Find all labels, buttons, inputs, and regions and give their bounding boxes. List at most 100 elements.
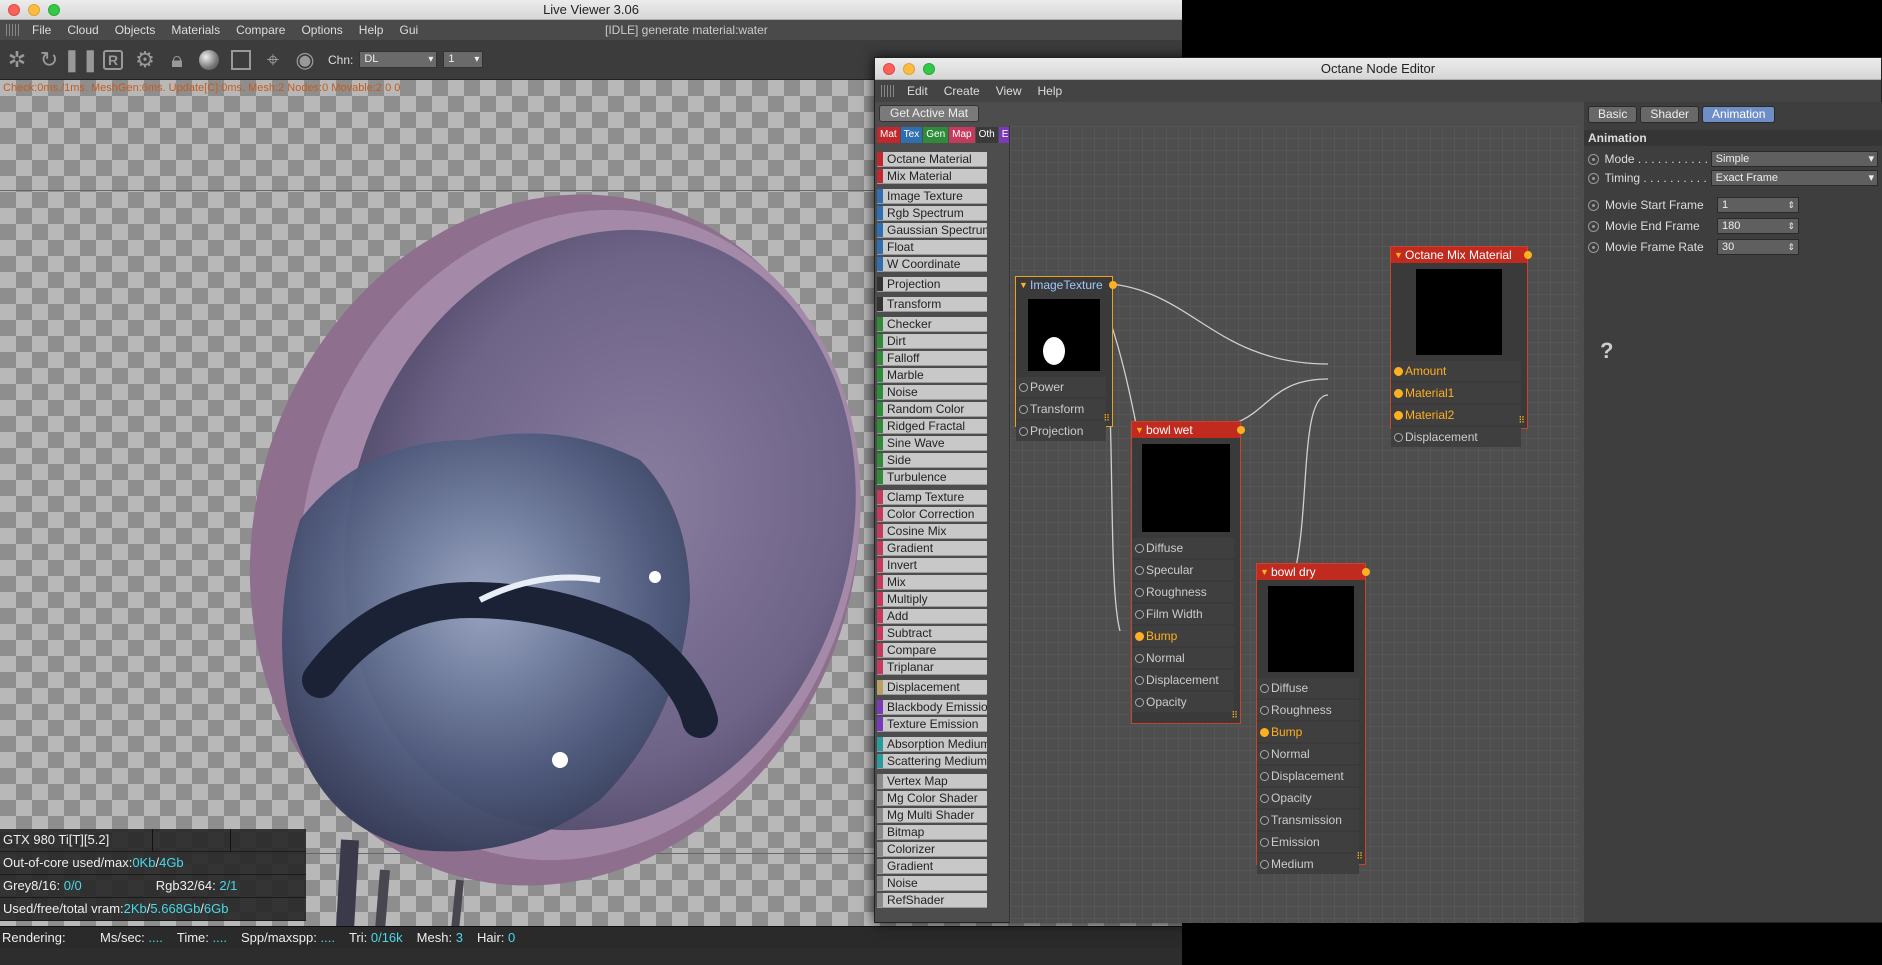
pin-displacement[interactable]: Displacement — [1132, 670, 1234, 690]
node-list-item[interactable]: Projection — [877, 277, 987, 292]
node-list-item[interactable]: Displacement — [877, 680, 987, 695]
focus-icon[interactable]: ⌖ — [260, 47, 286, 73]
timing-radio[interactable] — [1588, 172, 1599, 184]
pin-roughness[interactable]: Roughness — [1132, 582, 1234, 602]
node-list-item[interactable]: Image Texture — [877, 189, 987, 204]
pin-emission[interactable]: Emission — [1257, 832, 1359, 852]
close-window-button[interactable] — [883, 63, 895, 75]
start-frame-radio[interactable] — [1588, 199, 1599, 211]
output-pin[interactable] — [1362, 568, 1370, 576]
menu-help[interactable]: Help — [1030, 84, 1071, 98]
node-title[interactable]: bowl wet — [1132, 422, 1245, 438]
channel-select[interactable]: DL — [359, 51, 438, 68]
node-list-item[interactable]: Checker — [877, 317, 987, 332]
pin-bump[interactable]: Bump — [1257, 722, 1359, 742]
pin-opacity[interactable]: Opacity — [1257, 788, 1359, 808]
node-list-item[interactable]: Multiply — [877, 592, 987, 607]
node-list-item[interactable]: W Coordinate — [877, 257, 987, 272]
node-mix-material[interactable]: Octane Mix Material Amount Material1 Mat… — [1390, 246, 1532, 447]
node-list-item[interactable]: Marble — [877, 368, 987, 383]
node-list-item[interactable]: Sine Wave — [877, 436, 987, 451]
clay-icon[interactable] — [228, 47, 254, 73]
node-list-item[interactable]: Scattering Medium — [877, 754, 987, 769]
zoom-window-button[interactable] — [923, 63, 935, 75]
zoom-window-button[interactable] — [48, 4, 60, 16]
end-frame-radio[interactable] — [1588, 220, 1599, 232]
node-bowl-dry[interactable]: bowl dry Diffuse Roughness Bump Normal D… — [1256, 563, 1370, 874]
pin-material1[interactable]: Material1 — [1391, 383, 1521, 403]
node-list-item[interactable]: Noise — [877, 385, 987, 400]
minimize-window-button[interactable] — [903, 63, 915, 75]
node-list-item[interactable]: Gradient — [877, 859, 987, 874]
category-tab-map[interactable]: Map — [949, 127, 975, 143]
menu-view[interactable]: View — [988, 84, 1030, 98]
node-image-texture[interactable]: ImageTexture Power Transform Projection … — [1015, 276, 1117, 441]
node-list-item[interactable]: Texture Emission — [877, 717, 987, 732]
category-tab-oth[interactable]: Oth — [975, 127, 998, 143]
node-list-item[interactable]: Mg Color Shader — [877, 791, 987, 806]
channel-number[interactable]: 1 — [443, 51, 484, 68]
node-list-item[interactable]: Mix Material — [877, 169, 987, 184]
output-pin[interactable] — [1109, 281, 1117, 289]
node-list-item[interactable]: Octane Material — [877, 152, 987, 167]
frame-rate-radio[interactable] — [1588, 241, 1599, 253]
pin-power[interactable]: Power — [1016, 377, 1106, 397]
node-list-item[interactable]: Vertex Map — [877, 774, 987, 789]
tab-shader[interactable]: Shader — [1640, 106, 1700, 123]
menu-help[interactable]: Help — [351, 23, 392, 37]
resize-handle-icon[interactable]: ⠿ — [1103, 413, 1110, 424]
node-list-item[interactable]: Bitmap — [877, 825, 987, 840]
start-frame-input[interactable]: 1 — [1717, 197, 1799, 213]
node-list-item[interactable]: Compare — [877, 643, 987, 658]
pin-diffuse[interactable]: Diffuse — [1132, 538, 1234, 558]
pin-amount[interactable]: Amount — [1391, 361, 1521, 381]
menu-edit[interactable]: Edit — [899, 84, 936, 98]
pin-displacement[interactable]: Displacement — [1391, 427, 1521, 447]
node-list-item[interactable]: Mg Multi Shader — [877, 808, 987, 823]
pick-icon[interactable]: ◉ — [292, 47, 318, 73]
material-ball-icon[interactable] — [196, 47, 222, 73]
resize-handle-icon[interactable]: ⠿ — [1231, 710, 1238, 721]
menu-file[interactable]: File — [24, 23, 59, 37]
timing-select[interactable]: Exact Frame — [1710, 170, 1878, 186]
node-bowl-wet[interactable]: bowl wet Diffuse Specular Roughness Film… — [1131, 421, 1245, 724]
node-list-item[interactable]: Invert — [877, 558, 987, 573]
pin-displacement[interactable]: Displacement — [1257, 766, 1359, 786]
node-list-item[interactable]: Turbulence — [877, 470, 987, 485]
close-window-button[interactable] — [8, 4, 20, 16]
node-list-item[interactable]: Clamp Texture — [877, 490, 987, 505]
node-list-item[interactable]: Color Correction — [877, 507, 987, 522]
node-title[interactable]: ImageTexture — [1016, 277, 1117, 293]
mode-radio[interactable] — [1588, 153, 1599, 165]
end-frame-input[interactable]: 180 — [1717, 218, 1799, 234]
menu-objects[interactable]: Objects — [107, 23, 164, 37]
node-list-item[interactable]: Noise — [877, 876, 987, 891]
node-title[interactable]: bowl dry — [1257, 564, 1370, 580]
node-list-item[interactable]: Subtract — [877, 626, 987, 641]
menu-materials[interactable]: Materials — [163, 23, 228, 37]
render-settings-icon[interactable]: ✲ — [4, 47, 30, 73]
pin-projection[interactable]: Projection — [1016, 421, 1106, 441]
pin-opacity[interactable]: Opacity — [1132, 692, 1234, 712]
pin-bump[interactable]: Bump — [1132, 626, 1234, 646]
resize-handle-icon[interactable]: ⠿ — [1356, 851, 1363, 862]
category-tab-mat[interactable]: Mat — [877, 127, 900, 143]
node-list-item[interactable]: Transform — [877, 297, 987, 312]
pin-medium[interactable]: Medium — [1257, 854, 1359, 874]
menu-create[interactable]: Create — [936, 84, 988, 98]
node-list-item[interactable]: Blackbody Emission — [877, 700, 987, 715]
get-active-mat-button[interactable]: Get Active Mat — [879, 105, 980, 122]
region-r-icon[interactable]: R — [100, 47, 126, 73]
node-list-item[interactable]: Mix — [877, 575, 987, 590]
node-list-item[interactable]: Triplanar — [877, 660, 987, 675]
pin-diffuse[interactable]: Diffuse — [1257, 678, 1359, 698]
pin-film-width[interactable]: Film Width — [1132, 604, 1234, 624]
pin-specular[interactable]: Specular — [1132, 560, 1234, 580]
pin-transform[interactable]: Transform — [1016, 399, 1106, 419]
menu-options[interactable]: Options — [293, 23, 350, 37]
pin-transmission[interactable]: Transmission — [1257, 810, 1359, 830]
pin-roughness[interactable]: Roughness — [1257, 700, 1359, 720]
pin-normal[interactable]: Normal — [1257, 744, 1359, 764]
node-list-item[interactable]: Gradient — [877, 541, 987, 556]
tab-basic[interactable]: Basic — [1588, 106, 1638, 123]
